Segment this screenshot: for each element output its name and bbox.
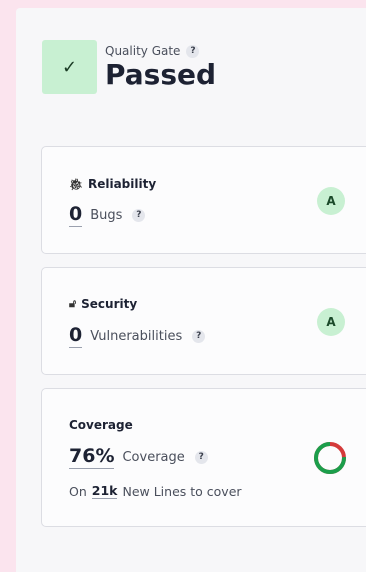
reliability-rating[interactable]: A bbox=[317, 187, 345, 215]
vulnerabilities-count[interactable]: 0 bbox=[69, 324, 83, 348]
vulnerabilities-label: Vulnerabilities bbox=[90, 328, 183, 344]
help-icon[interactable]: ? bbox=[132, 208, 146, 222]
lock-icon: 🔓︎ bbox=[69, 297, 77, 310]
bugs-count[interactable]: 0 bbox=[69, 203, 83, 227]
bugs-metric: 0 Bugs ? bbox=[69, 203, 146, 227]
security-title-text: Security bbox=[81, 297, 138, 311]
lines-value[interactable]: 21k bbox=[91, 483, 118, 499]
quality-gate-badge: ✓ bbox=[42, 40, 97, 94]
security-rating[interactable]: A bbox=[317, 308, 345, 336]
reliability-card: 🐞︎ Reliability 0 Bugs ? A bbox=[41, 146, 366, 254]
lines-to-cover: On 21k New Lines to cover bbox=[69, 483, 242, 499]
help-icon[interactable]: ? bbox=[192, 329, 206, 343]
coverage-value[interactable]: 76% bbox=[69, 445, 115, 469]
coverage-donut-chart[interactable] bbox=[313, 441, 347, 475]
security-title: 🔓︎ Security bbox=[69, 297, 137, 311]
coverage-label: Coverage bbox=[122, 449, 185, 465]
vulnerabilities-metric: 0 Vulnerabilities ? bbox=[69, 324, 206, 348]
check-icon: ✓ bbox=[61, 56, 78, 78]
lines-prefix: On bbox=[69, 483, 87, 499]
security-card: 🔓︎ Security 0 Vulnerabilities ? A bbox=[41, 267, 366, 375]
help-icon[interactable]: ? bbox=[186, 44, 200, 58]
lines-suffix: New Lines to cover bbox=[122, 483, 242, 499]
quality-gate-label: Quality Gate bbox=[105, 44, 181, 58]
reliability-title: 🐞︎ Reliability bbox=[69, 177, 156, 191]
reliability-title-text: Reliability bbox=[87, 177, 157, 191]
quality-gate-status: Passed bbox=[105, 58, 217, 91]
help-icon[interactable]: ? bbox=[194, 450, 208, 464]
quality-gate: ✓ Quality Gate ? Passed bbox=[42, 40, 216, 94]
coverage-card: Coverage 76% Coverage ? On 21k New Lines… bbox=[41, 388, 366, 527]
coverage-title: Coverage bbox=[69, 418, 133, 432]
bugs-label: Bugs bbox=[90, 207, 123, 223]
bug-icon: 🐞︎ bbox=[69, 177, 83, 191]
coverage-metric: 76% Coverage ? bbox=[69, 445, 208, 469]
